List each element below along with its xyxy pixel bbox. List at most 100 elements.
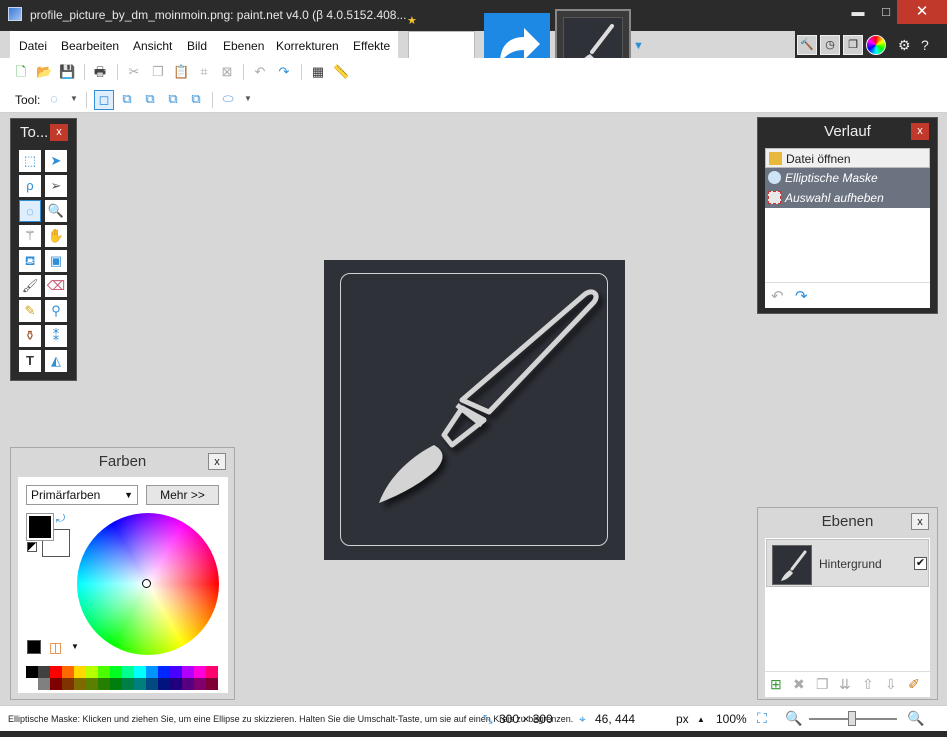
more-colors-button[interactable]: Mehr >> — [146, 485, 219, 505]
palette-swatch[interactable] — [146, 678, 158, 690]
zoom-slider-handle[interactable] — [848, 711, 856, 726]
palette-swatch[interactable] — [194, 678, 206, 690]
palette-swatch[interactable] — [110, 666, 122, 678]
text-tool-icon[interactable]: T — [19, 350, 41, 372]
shapes-tool-icon[interactable]: ◭ — [45, 350, 67, 372]
tools-toggle-icon[interactable]: 🔨 — [797, 35, 817, 55]
palette-swatch[interactable] — [182, 666, 194, 678]
reset-colors-icon[interactable] — [27, 542, 37, 552]
ruler-icon[interactable]: 📏 — [333, 64, 349, 80]
palette-swatch[interactable] — [38, 678, 50, 690]
selection-mode-replace-icon[interactable]: ◻ — [94, 90, 114, 110]
palette-swatch[interactable] — [86, 678, 98, 690]
palette-swatch[interactable] — [122, 678, 134, 690]
palette-swatch[interactable] — [158, 666, 170, 678]
ellipse-select-tool-icon[interactable]: ◌ — [46, 91, 62, 107]
menu-bild[interactable]: Bild — [187, 39, 207, 53]
unit-select[interactable]: px — [676, 712, 689, 726]
menu-datei[interactable]: Datei — [19, 39, 47, 53]
palette-swatch[interactable] — [110, 678, 122, 690]
zoom-tool-icon[interactable]: 🔍 — [45, 200, 67, 222]
layer-properties-icon[interactable]: ✐ — [908, 676, 920, 693]
menu-ansicht[interactable]: Ansicht — [133, 39, 172, 53]
history-item-ellipse[interactable]: Elliptische Maske — [765, 168, 930, 188]
tool-dropdown-icon[interactable]: ▼ — [66, 91, 82, 107]
paint-bucket-tool-icon[interactable]: ⛾ — [19, 250, 41, 272]
copy-icon[interactable]: ❐ — [150, 64, 166, 80]
palette-swatch[interactable] — [134, 666, 146, 678]
tabs-dropdown-icon[interactable]: ▼ — [633, 40, 644, 52]
palette-swatch[interactable] — [98, 678, 110, 690]
palette-swatch[interactable] — [194, 666, 206, 678]
recolor-tool-icon[interactable]: ⁑ — [45, 325, 67, 347]
swap-colors-icon[interactable]: ⤾ — [56, 513, 65, 526]
palette-swatch[interactable] — [26, 678, 38, 690]
palette-swatch[interactable] — [170, 678, 182, 690]
palette-swatch[interactable] — [86, 666, 98, 678]
history-redo-icon[interactable]: ↷ — [795, 287, 808, 305]
move-layer-up-icon[interactable]: ⇧ — [862, 676, 874, 693]
zoom-to-window-icon[interactable]: ⛶ — [757, 710, 767, 727]
palette-swatch[interactable] — [98, 666, 110, 678]
new-file-icon[interactable]: 🗋 — [13, 64, 29, 80]
selection-mode-intersect-icon[interactable]: ⧉ — [165, 91, 181, 107]
selection-mode-union-icon[interactable]: ⧉ — [119, 91, 135, 107]
layers-toggle-icon[interactable]: ❐ — [843, 35, 863, 55]
move-selected-tool-icon[interactable]: ➤ — [45, 150, 67, 172]
palette-swatch[interactable] — [74, 666, 86, 678]
history-toggle-icon[interactable]: ◷ — [820, 35, 840, 55]
pencil-tool-icon[interactable]: ✎ — [19, 300, 41, 322]
palette-swatch[interactable] — [50, 678, 62, 690]
save-icon[interactable]: 💾 — [59, 64, 75, 80]
palette-swatch[interactable] — [74, 678, 86, 690]
print-icon[interactable]: 🖶 — [92, 64, 108, 80]
primary-color-swatch[interactable] — [26, 513, 54, 541]
color-mode-select[interactable]: Primärfarben ▼ — [26, 485, 138, 505]
rectangle-select-tool-icon[interactable]: ⬚ — [19, 150, 41, 172]
colors-toggle-icon[interactable] — [866, 35, 886, 55]
settings-gear-icon[interactable]: ⚙ — [898, 37, 911, 54]
palette-swatch[interactable] — [158, 678, 170, 690]
delete-layer-icon[interactable]: ✖ — [793, 676, 805, 693]
menu-bearbeiten[interactable]: Bearbeiten — [61, 39, 119, 53]
palette-swatch[interactable] — [38, 666, 50, 678]
selection-quality-icon[interactable]: ⬭ — [220, 91, 236, 107]
palette-swatch[interactable] — [134, 678, 146, 690]
history-panel-close-button[interactable]: x — [911, 123, 929, 140]
undo-icon[interactable]: ↶ — [252, 64, 268, 80]
history-item-deselect[interactable]: Auswahl aufheben — [765, 188, 930, 208]
unit-dropdown-icon[interactable]: ▲ — [697, 715, 705, 724]
color-wheel[interactable] — [77, 513, 219, 655]
palette-swatch[interactable] — [26, 666, 38, 678]
palette-dropdown-icon[interactable]: ▼ — [71, 642, 79, 651]
move-selection-tool-icon[interactable]: ➢ — [45, 175, 67, 197]
palette-menu-icon[interactable]: ◫ — [49, 639, 62, 656]
image-canvas[interactable] — [324, 260, 625, 560]
add-to-palette-icon[interactable] — [27, 640, 41, 654]
menu-korrekturen[interactable]: Korrekturen — [276, 39, 339, 53]
layer-visibility-checkbox[interactable]: ✔ — [914, 557, 927, 570]
ellipse-select-tool-icon[interactable]: ◌ — [19, 200, 41, 222]
palette-swatch[interactable] — [146, 666, 158, 678]
lasso-select-tool-icon[interactable]: ρ — [19, 175, 41, 197]
zoom-out-icon[interactable]: 🔍 — [785, 710, 802, 727]
color-picker-tool-icon[interactable]: ⚲ — [45, 300, 67, 322]
add-layer-icon[interactable]: ⊞ — [770, 676, 782, 693]
close-window-button[interactable]: ✕ — [897, 0, 947, 24]
selection-mode-xor-icon[interactable]: ⧉ — [188, 91, 204, 107]
palette-swatch[interactable] — [62, 678, 74, 690]
zoom-level[interactable]: 100% — [716, 712, 747, 726]
history-undo-icon[interactable]: ↶ — [771, 287, 784, 305]
layer-row[interactable]: Hintergrund ✔ — [766, 539, 929, 587]
eraser-tool-icon[interactable]: ⌫ — [45, 275, 67, 297]
pan-tool-icon[interactable]: ✋ — [45, 225, 67, 247]
open-file-icon[interactable]: 📂 — [36, 64, 52, 80]
menu-ebenen[interactable]: Ebenen — [223, 39, 264, 53]
paintbrush-tool-icon[interactable]: 🖌 — [19, 275, 41, 297]
move-layer-down-icon[interactable]: ⇩ — [885, 676, 897, 693]
zoom-in-icon[interactable]: 🔍 — [907, 710, 924, 727]
palette-swatch[interactable] — [206, 666, 218, 678]
clone-stamp-tool-icon[interactable]: ⚱ — [19, 325, 41, 347]
cut-icon[interactable]: ✂ — [126, 64, 142, 80]
palette-swatch[interactable] — [50, 666, 62, 678]
